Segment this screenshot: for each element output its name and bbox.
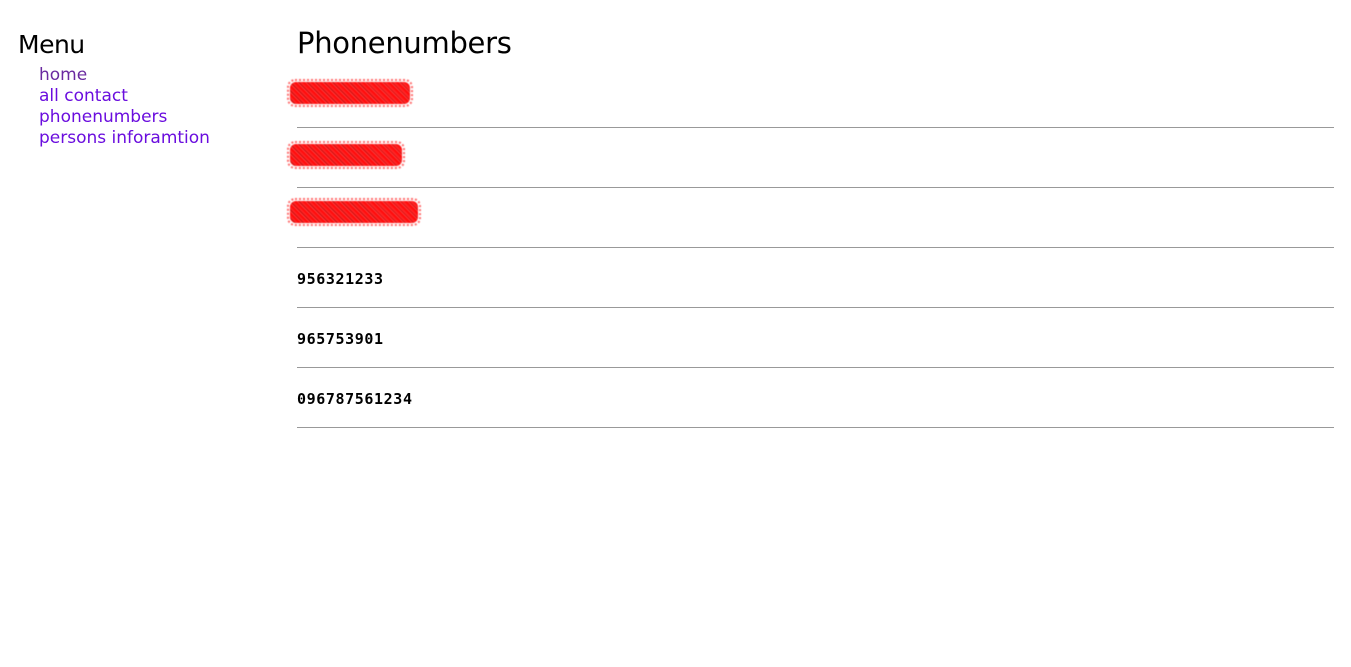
- phone-row: [287, 68, 1334, 128]
- page-title: Phonenumbers: [297, 26, 512, 60]
- nav-link-all-contact[interactable]: all contact: [39, 86, 128, 106]
- nav-link-phonenumbers[interactable]: phonenumbers: [39, 107, 167, 127]
- phone-list: 956321233 965753901 096787561234: [287, 68, 1334, 428]
- nav-link-home[interactable]: home: [39, 65, 87, 85]
- redaction-mark: [287, 141, 405, 169]
- phone-row: 096787561234: [297, 368, 1334, 428]
- nav-menu: home all contact phonenumbers persons in…: [39, 65, 210, 149]
- menu-heading: Menu: [18, 30, 85, 59]
- sidebar: Menu: [18, 28, 268, 62]
- nav-item-persons-information: persons inforamtion: [39, 128, 210, 149]
- redaction-mark: [287, 198, 421, 226]
- phone-row: [287, 188, 1334, 248]
- main-content: Phonenumbers 956321233 965753901 0967875…: [287, 24, 1334, 428]
- phone-number: 965753901: [297, 330, 384, 348]
- nav-item-phonenumbers: phonenumbers: [39, 107, 210, 128]
- phone-row: 965753901: [297, 308, 1334, 368]
- nav-item-all-contact: all contact: [39, 86, 210, 107]
- phone-row: [287, 128, 1334, 188]
- nav-item-home: home: [39, 65, 210, 86]
- phone-number: 096787561234: [297, 390, 413, 408]
- nav-link-persons-information[interactable]: persons inforamtion: [39, 128, 210, 148]
- phone-number: 956321233: [297, 270, 384, 288]
- phone-row: 956321233: [297, 248, 1334, 308]
- redaction-mark: [287, 79, 413, 107]
